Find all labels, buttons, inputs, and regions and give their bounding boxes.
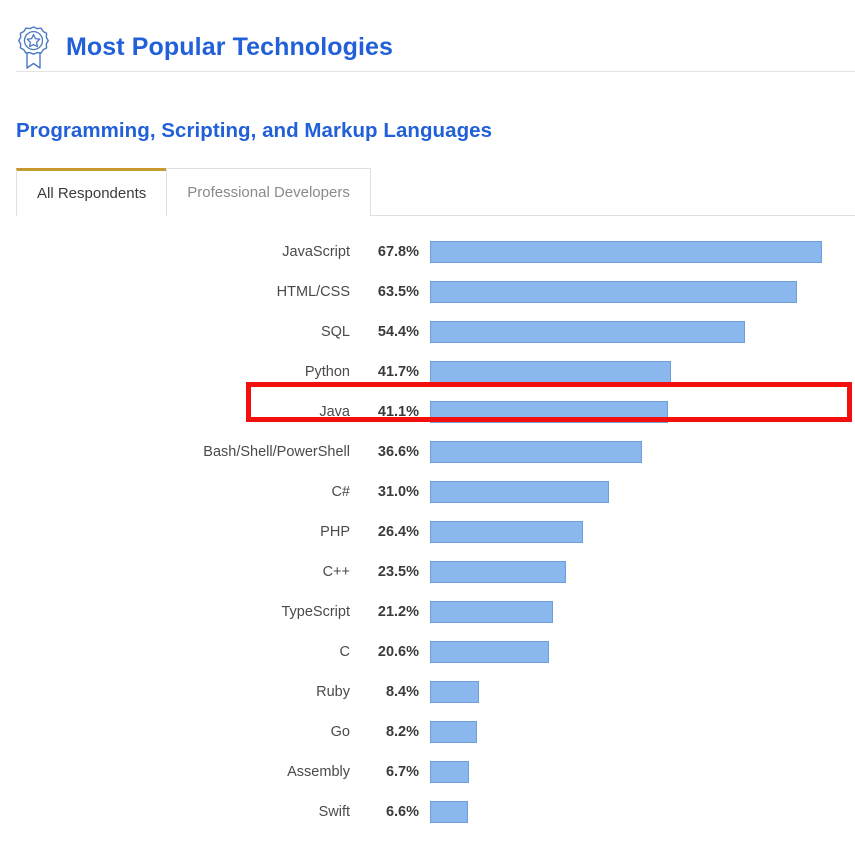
bar-category-label: Assembly xyxy=(287,764,350,780)
header-divider xyxy=(16,71,855,72)
bar-track xyxy=(430,641,855,663)
bar-row: JavaScript 67.8% xyxy=(0,232,855,272)
bar-fill[interactable] xyxy=(430,681,479,703)
bar-value-label: 41.1% xyxy=(377,404,419,420)
bar-row: PHP 26.4% xyxy=(0,512,855,552)
bar-track xyxy=(430,281,855,303)
bar-fill[interactable] xyxy=(430,401,668,423)
bar-fill[interactable] xyxy=(430,801,469,823)
bar-category-label: Ruby xyxy=(316,684,350,700)
bar-track xyxy=(430,481,855,503)
bar-value-label: 23.5% xyxy=(377,564,419,580)
bar-track xyxy=(430,761,855,783)
tab-professional-developers-label: Professional Developers xyxy=(187,184,350,201)
bar-track xyxy=(430,681,855,703)
bar-value-label: 41.7% xyxy=(377,364,419,380)
bar-fill[interactable] xyxy=(430,241,823,263)
bar-row: TypeScript 21.2% xyxy=(0,592,855,632)
bar-row: C++ 23.5% xyxy=(0,552,855,592)
bar-track xyxy=(430,561,855,583)
bar-row: Java 41.1% xyxy=(0,392,855,432)
bar-fill[interactable] xyxy=(430,481,610,503)
bar-category-label: PHP xyxy=(320,524,350,540)
bar-track xyxy=(430,721,855,743)
bar-row: Bash/Shell/PowerShell 36.6% xyxy=(0,432,855,472)
bar-value-label: 6.7% xyxy=(385,764,419,780)
bar-category-label: Bash/Shell/PowerShell xyxy=(203,444,350,460)
bar-value-label: 31.0% xyxy=(377,484,419,500)
bar-category-label: Java xyxy=(319,404,350,420)
bar-fill[interactable] xyxy=(430,361,672,383)
bar-track xyxy=(430,401,855,423)
bar-track xyxy=(430,321,855,343)
award-ribbon-icon xyxy=(14,23,54,71)
bar-category-label: C# xyxy=(331,484,350,500)
bar-row: Assembly 6.7% xyxy=(0,752,855,792)
bar-category-label: C++ xyxy=(322,564,350,580)
bar-category-label: JavaScript xyxy=(282,244,350,260)
bar-fill[interactable] xyxy=(430,561,566,583)
bar-value-label: 63.5% xyxy=(377,284,419,300)
page-title: Most Popular Technologies xyxy=(66,32,394,61)
bar-track xyxy=(430,521,855,543)
bar-value-label: 67.8% xyxy=(377,244,419,260)
bar-value-label: 26.4% xyxy=(377,524,419,540)
bar-fill[interactable] xyxy=(430,641,550,663)
bar-value-label: 36.6% xyxy=(377,444,419,460)
bar-value-label: 6.6% xyxy=(385,804,419,820)
bar-track xyxy=(430,441,855,463)
header-inner: Most Popular Technologies xyxy=(0,0,855,79)
tab-all-respondents[interactable]: All Respondents xyxy=(16,168,168,217)
bar-fill[interactable] xyxy=(430,321,745,343)
bar-fill[interactable] xyxy=(430,721,478,743)
tab-professional-developers[interactable]: Professional Developers xyxy=(166,168,371,216)
bar-row: C 20.6% xyxy=(0,632,855,672)
bar-category-label: C xyxy=(339,644,350,660)
bar-fill[interactable] xyxy=(430,281,798,303)
bar-fill[interactable] xyxy=(430,761,469,783)
bar-chart: JavaScript 67.8% HTML/CSS 63.5% SQL 54.4% Pyth… xyxy=(0,216,855,832)
bar-fill[interactable] xyxy=(430,601,553,623)
bar-row: C# 31.0% xyxy=(0,472,855,512)
bar-category-label: Python xyxy=(304,364,350,380)
tab-all-respondents-label: All Respondents xyxy=(37,185,147,202)
bar-track xyxy=(430,801,855,823)
bar-fill[interactable] xyxy=(430,521,583,543)
bar-row: SQL 54.4% xyxy=(0,312,855,352)
bar-category-label: TypeScript xyxy=(281,604,351,620)
bar-value-label: 21.2% xyxy=(377,604,419,620)
bar-value-label: 20.6% xyxy=(377,644,419,660)
bar-row: Go 8.2% xyxy=(0,712,855,752)
bar-row: HTML/CSS 63.5% xyxy=(0,272,855,312)
bar-value-label: 54.4% xyxy=(377,324,419,340)
bar-row: Ruby 8.4% xyxy=(0,672,855,712)
bar-row: Swift 6.6% xyxy=(0,792,855,832)
tab-bar: All Respondents Professional Developers xyxy=(0,168,855,217)
bar-track xyxy=(430,601,855,623)
bar-value-label: 8.4% xyxy=(385,684,419,700)
bar-row: Python 41.7% xyxy=(0,352,855,392)
section-title: Programming, Scripting, and Markup Langu… xyxy=(16,119,493,142)
bar-track xyxy=(430,361,855,383)
bar-fill[interactable] xyxy=(430,441,642,463)
bar-category-label: SQL xyxy=(320,324,350,340)
bar-value-label: 8.2% xyxy=(385,724,419,740)
page-header: Most Popular Technologies xyxy=(0,0,855,72)
bar-category-label: Go xyxy=(330,724,350,740)
bar-category-label: Swift xyxy=(318,804,350,820)
bar-category-label: HTML/CSS xyxy=(276,284,350,300)
bar-track xyxy=(430,241,855,263)
